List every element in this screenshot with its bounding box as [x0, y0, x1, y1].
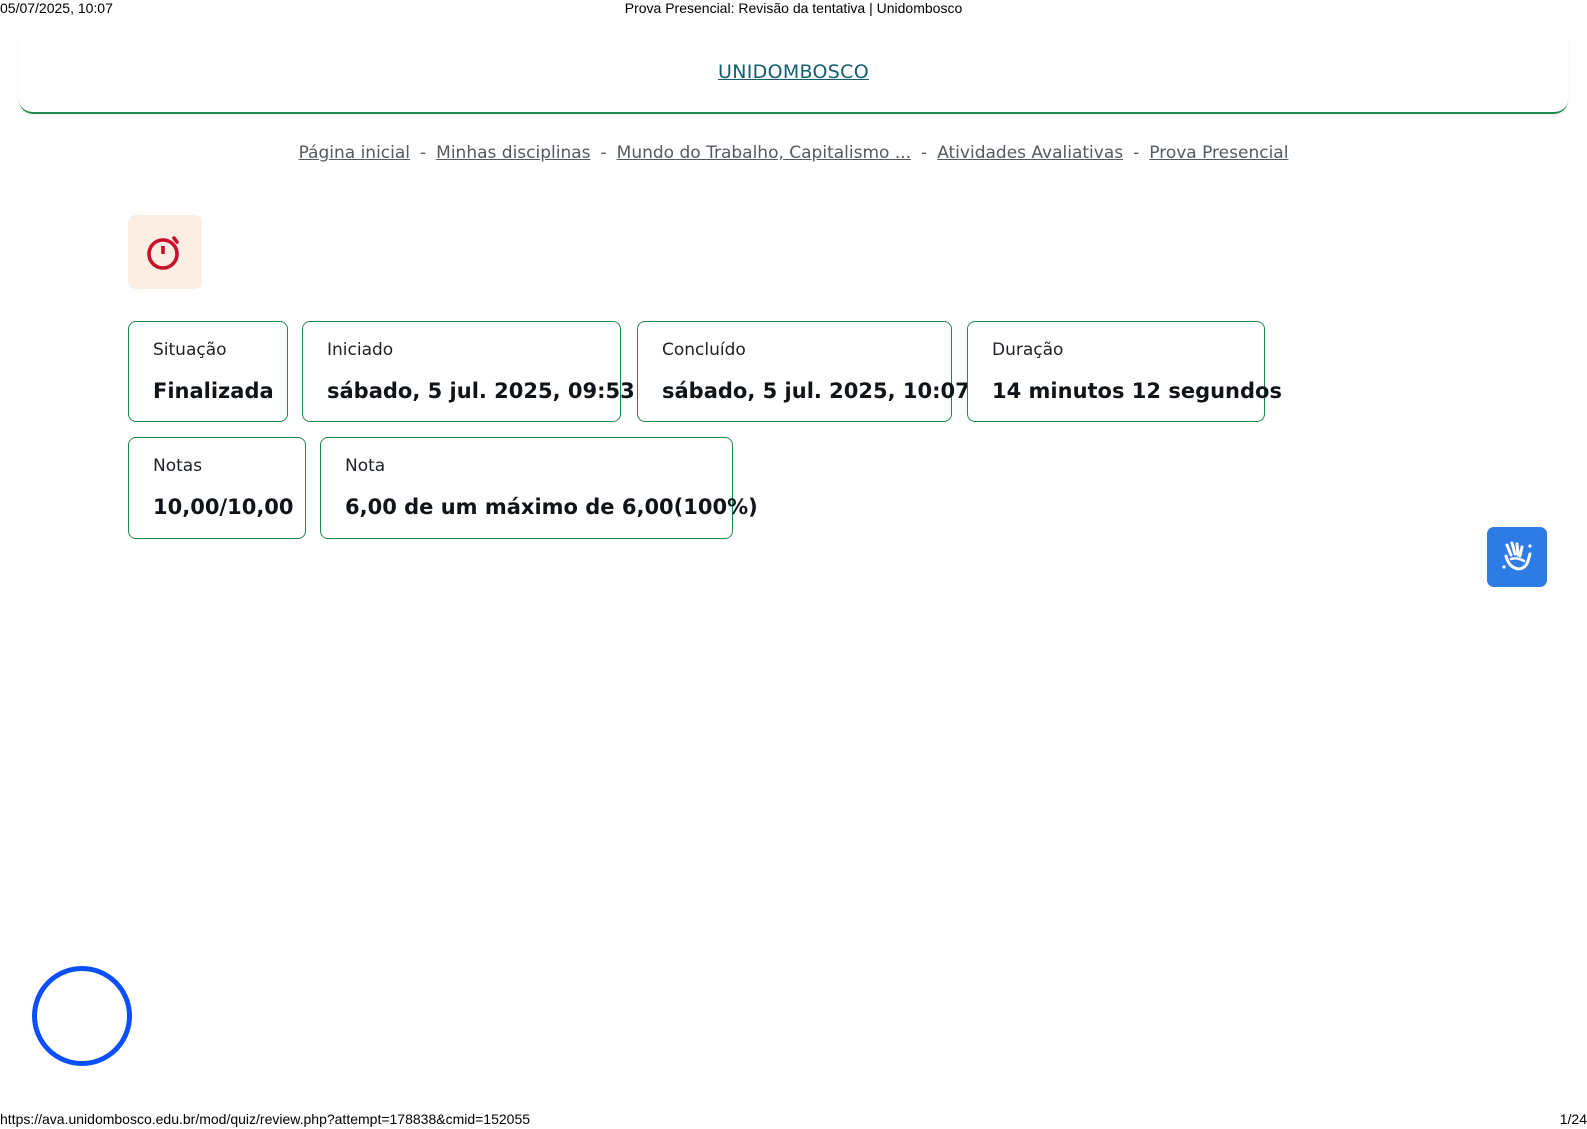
breadcrumb-separator: -	[600, 143, 607, 163]
summary-label: Nota	[345, 456, 386, 476]
summary-value: 10,00/10,00	[153, 495, 294, 519]
print-page-title: Prova Presencial: Revisão da tentativa |…	[624, 0, 963, 16]
print-url: https://ava.unidombosco.edu.br/mod/quiz/…	[0, 1111, 531, 1127]
breadcrumb-item-my-courses[interactable]: Minhas disciplinas	[436, 143, 590, 163]
print-footer: https://ava.unidombosco.edu.br/mod/quiz/…	[0, 1109, 1587, 1129]
print-header: 05/07/2025, 10:07 Prova Presencial: Revi…	[0, 0, 1587, 18]
summary-value: 14 minutos 12 segundos	[992, 379, 1282, 403]
summary-label: Concluído	[662, 340, 746, 360]
loading-ring-icon	[32, 966, 132, 1066]
summary-card-grade: Nota 6,00 de um máximo de 6,00(100%)	[320, 437, 758, 539]
breadcrumb-separator: -	[921, 143, 928, 163]
summary-label: Situação	[153, 340, 227, 360]
sign-language-hands-icon	[1502, 541, 1532, 571]
summary-value: 6,00 de um máximo de 6,00(100%)	[345, 495, 758, 519]
summary-card-completed: Concluído sábado, 5 jul. 2025, 10:07	[637, 321, 970, 422]
summary-label: Notas	[153, 456, 203, 476]
breadcrumb-item-course[interactable]: Mundo do Trabalho, Capitalismo ...	[617, 143, 911, 163]
print-page-number: 1/24	[1559, 1111, 1587, 1127]
summary-value: sábado, 5 jul. 2025, 10:07	[662, 379, 970, 403]
breadcrumb-separator: -	[1133, 143, 1140, 163]
quiz-activity-icon-box	[128, 215, 202, 289]
stopwatch-icon	[147, 236, 179, 270]
breadcrumb-item-home[interactable]: Página inicial	[299, 143, 410, 163]
breadcrumb-item-quiz[interactable]: Prova Presencial	[1149, 143, 1288, 163]
summary-label: Duração	[992, 340, 1064, 360]
summary-card-status: Situação Finalizada	[128, 321, 288, 422]
brand-link[interactable]: UNIDOMBOSCO	[19, 61, 1568, 83]
top-navbar: UNIDOMBOSCO	[19, 40, 1568, 114]
summary-value: sábado, 5 jul. 2025, 09:53	[327, 379, 635, 403]
breadcrumb-item-section[interactable]: Atividades Avaliativas	[937, 143, 1123, 163]
summary-value: Finalizada	[153, 379, 274, 403]
breadcrumb-separator: -	[420, 143, 427, 163]
summary-card-marks: Notas 10,00/10,00	[128, 437, 306, 539]
summary-card-duration: Duração 14 minutos 12 segundos	[967, 321, 1282, 422]
breadcrumb: Página inicial - Minhas disciplinas - Mundo …	[0, 143, 1587, 163]
summary-label: Iniciado	[327, 340, 394, 360]
summary-card-started: Iniciado sábado, 5 jul. 2025, 09:53	[302, 321, 635, 422]
accessibility-widget-button[interactable]	[1487, 527, 1547, 587]
